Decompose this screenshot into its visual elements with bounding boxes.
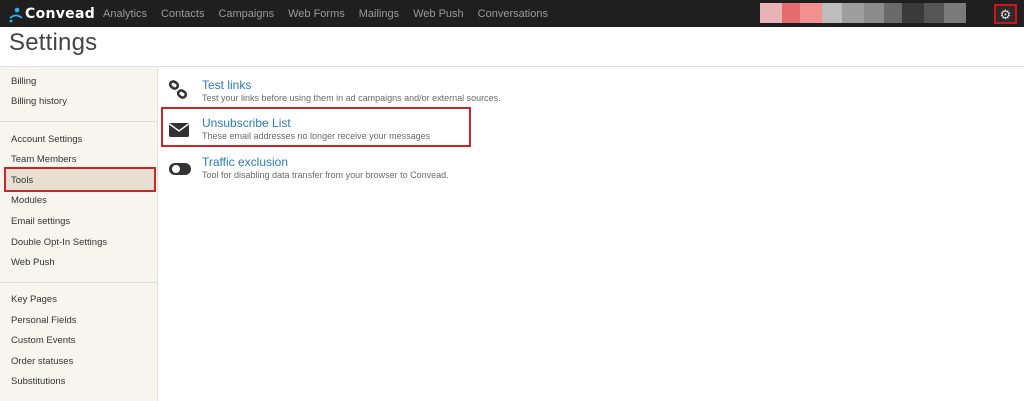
sidebar-item-billing[interactable]: Billing [11, 76, 36, 87]
logo-text: Convead [25, 6, 96, 22]
user-block [884, 3, 902, 23]
nav-contacts[interactable]: Contacts [161, 8, 204, 20]
nav-web-forms[interactable]: Web Forms [288, 8, 345, 20]
nav-mailings[interactable]: Mailings [359, 8, 399, 20]
toggle-icon [168, 162, 192, 181]
top-navbar: Convead Analytics Contacts Campaigns Web… [0, 0, 1024, 27]
settings-sidebar: Billing Billing history Account Settings… [0, 67, 158, 401]
sidebar-item-account-settings[interactable]: Account Settings [11, 134, 82, 145]
tool-title-test-links[interactable]: Test links [202, 78, 251, 92]
sidebar-item-key-pages[interactable]: Key Pages [11, 294, 57, 305]
sidebar-item-team-members[interactable]: Team Members [11, 154, 76, 165]
sidebar-item-custom-events[interactable]: Custom Events [11, 335, 75, 346]
user-block [760, 3, 782, 23]
nav-web-push[interactable]: Web Push [413, 8, 464, 20]
user-account-area[interactable] [760, 3, 966, 23]
tool-title-traffic-exclusion[interactable]: Traffic exclusion [202, 155, 288, 169]
logo-mark-icon [9, 7, 23, 23]
sidebar-item-billing-history[interactable]: Billing history [11, 96, 67, 107]
user-block [822, 3, 842, 23]
main-nav: Analytics Contacts Campaigns Web Forms M… [103, 0, 562, 27]
user-block [902, 3, 924, 23]
user-block [924, 3, 944, 23]
tool-desc-unsubscribe: These email addresses no longer receive … [202, 131, 431, 141]
sidebar-divider [0, 282, 157, 283]
user-block [944, 3, 966, 23]
user-block [842, 3, 864, 23]
nav-conversations[interactable]: Conversations [478, 8, 548, 20]
tool-title-unsubscribe[interactable]: Unsubscribe List [202, 116, 291, 130]
nav-campaigns[interactable]: Campaigns [218, 8, 274, 20]
envelope-icon [168, 122, 190, 143]
nav-analytics[interactable]: Analytics [103, 8, 147, 20]
link-icon [168, 80, 190, 105]
tool-desc-traffic-exclusion: Tool for disabling data transfer from yo… [202, 170, 449, 180]
sidebar-item-tools[interactable]: Tools [11, 175, 33, 186]
sidebar-item-double-opt-in[interactable]: Double Opt-In Settings [11, 237, 107, 248]
sidebar-divider [0, 121, 157, 122]
page-title: Settings [9, 29, 98, 56]
sidebar-item-modules[interactable]: Modules [11, 195, 47, 206]
sidebar-item-order-statuses[interactable]: Order statuses [11, 356, 73, 367]
user-block [800, 3, 822, 23]
sidebar-item-personal-fields[interactable]: Personal Fields [11, 315, 76, 326]
sidebar-item-email-settings[interactable]: Email settings [11, 216, 70, 227]
gear-icon: ⚙ [999, 6, 1012, 22]
settings-button[interactable]: ⚙ [994, 4, 1017, 24]
user-block [782, 3, 800, 23]
tool-desc-test-links: Test your links before using them in ad … [202, 93, 501, 103]
convead-logo[interactable]: Convead [8, 3, 95, 25]
sidebar-item-web-push[interactable]: Web Push [11, 257, 55, 268]
user-block [864, 3, 884, 23]
sidebar-item-substitutions[interactable]: Substitutions [11, 376, 65, 387]
